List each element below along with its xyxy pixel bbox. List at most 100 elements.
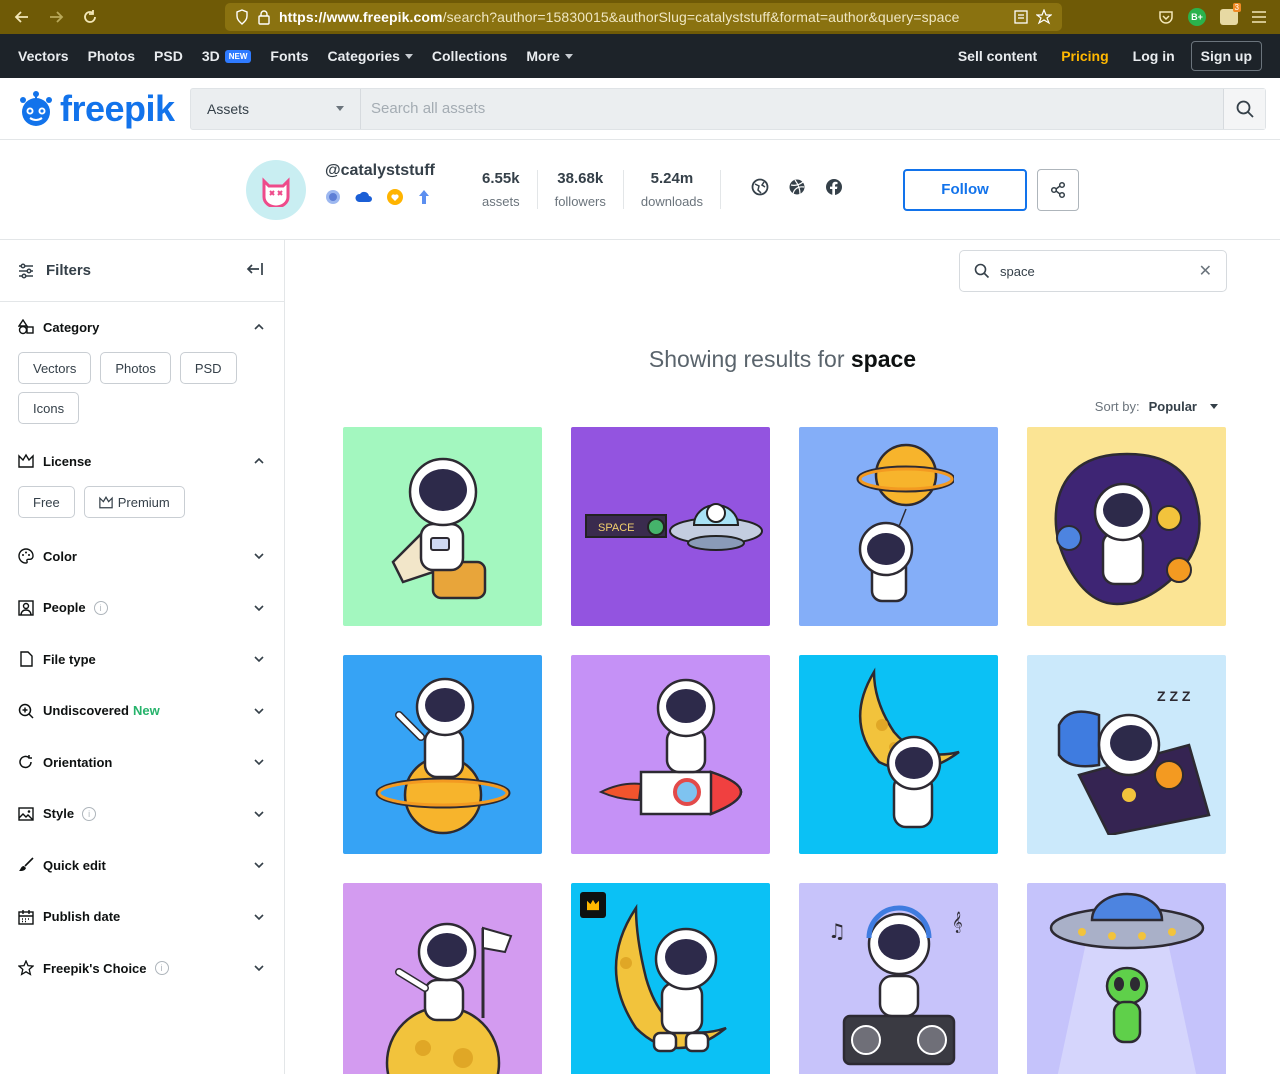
top-navigation: Vectors Photos PSD 3D NEW Fonts Categorie… (0, 34, 1280, 78)
stat-followers: 38.68k followers (538, 170, 624, 209)
astronaut-with-suitcase-thumb[interactable] (343, 427, 542, 626)
signup-button[interactable]: Sign up (1190, 41, 1262, 71)
reader-view-icon[interactable] (1014, 10, 1028, 24)
astronaut-ufo-space-banner-thumb[interactable]: SPACE (571, 427, 770, 626)
nav-vectors[interactable]: Vectors (18, 48, 69, 64)
globe-badge-icon (325, 189, 341, 210)
filter-category: Category Vectors Photos PSD Icons (0, 302, 284, 436)
stat-assets: 6.55k assets (465, 170, 538, 209)
author-profile: @catalyststuff 6.55k assets 38.68k followe… (0, 140, 1280, 240)
author-search-input[interactable]: space ✕ (959, 250, 1227, 292)
login-link[interactable]: Log in (1133, 48, 1175, 64)
collapse-sidebar-icon[interactable] (246, 261, 264, 281)
menu-icon[interactable] (1252, 11, 1266, 23)
extension-badge[interactable]: B+ (1188, 8, 1206, 26)
shield-icon[interactable] (235, 9, 249, 25)
results-heading: Showing results for space (648, 346, 917, 372)
filter-publish-date[interactable]: Publish date (0, 891, 284, 942)
back-icon[interactable] (8, 3, 36, 31)
chevron-down-icon (254, 604, 264, 611)
astronaut-moon-illustration (858, 667, 960, 829)
reload-icon[interactable] (76, 3, 104, 31)
dribbble-icon[interactable] (788, 178, 806, 201)
caret-down-icon (404, 53, 413, 59)
lock-icon[interactable] (257, 9, 271, 25)
astronaut-moon-premium-thumb[interactable] (571, 883, 770, 1074)
filter-label: Orientation (43, 754, 113, 770)
filter-people[interactable]: People i (0, 582, 284, 633)
alien-ufo-thumb[interactable] (1027, 883, 1226, 1074)
avatar[interactable] (246, 159, 306, 220)
search-input[interactable]: Search all assets (361, 89, 1223, 129)
stat-downloads: 5.24m downloads (624, 170, 722, 209)
chip-premium[interactable]: Premium (83, 486, 185, 518)
filter-freepiks-choice[interactable]: Freepik's Choice i (0, 942, 284, 994)
chip-vectors[interactable]: Vectors (18, 352, 92, 384)
results-grid: SPACE Z Z Z ♫ 𝄞 (343, 427, 1226, 1074)
sell-content-link[interactable]: Sell content (958, 48, 1037, 64)
nav-more[interactable]: More (526, 48, 573, 64)
filter-undiscovered[interactable]: Undiscovered New (0, 685, 284, 736)
nav-photos[interactable]: Photos (88, 48, 135, 64)
pricing-link[interactable]: Pricing (1061, 48, 1108, 64)
planet-balloon-illustration (856, 443, 954, 603)
freepik-logo[interactable]: freepik (18, 88, 190, 130)
extension-icon[interactable]: 3 (1220, 3, 1241, 25)
forward-icon[interactable] (42, 3, 70, 31)
filter-category-header[interactable]: Category (18, 302, 264, 352)
search-button[interactable] (1223, 88, 1265, 129)
astronaut-hanging-moon-thumb[interactable] (799, 655, 998, 854)
info-icon[interactable]: i (82, 806, 97, 821)
heart-badge-icon (387, 188, 403, 210)
nav-collections[interactable]: Collections (432, 48, 507, 64)
chevron-down-icon (254, 553, 264, 560)
sleep-text: Z Z Z (1157, 688, 1191, 704)
share-icon (1050, 181, 1066, 198)
nav-psd[interactable]: PSD (154, 48, 183, 64)
author-handle[interactable]: @catalyststuff (325, 162, 465, 180)
filter-quick-edit[interactable]: Quick edit (0, 839, 284, 891)
nav-3d[interactable]: 3D NEW (202, 48, 252, 64)
astronaut-planet-balloon-thumb[interactable] (799, 427, 998, 626)
astronaut-music-illustration: ♫ 𝄞 (828, 905, 962, 1065)
website-icon[interactable] (751, 178, 769, 201)
info-icon[interactable]: i (154, 961, 169, 975)
sort-control[interactable]: Sort by: Popular (1095, 399, 1218, 414)
filter-file-type[interactable]: File type (0, 633, 284, 685)
chip-free[interactable]: Free (18, 486, 75, 518)
bookmark-star-icon[interactable] (1036, 9, 1052, 25)
chip-psd[interactable]: PSD (179, 352, 237, 384)
astronaut-space-illustration (1054, 452, 1201, 606)
sliders-icon (19, 262, 33, 279)
filter-orientation[interactable]: Orientation (0, 736, 284, 788)
share-button[interactable] (1037, 168, 1080, 211)
astronaut-sitting-planet-thumb[interactable] (343, 655, 542, 854)
chevron-down-icon (254, 965, 264, 972)
astronaut-flag-moon-thumb[interactable] (343, 883, 542, 1074)
chevron-down-icon (254, 913, 264, 920)
filter-style[interactable]: Style i (0, 788, 284, 839)
chip-photos[interactable]: Photos (100, 352, 171, 384)
freepik-mascot-icon (20, 90, 52, 126)
astronaut-music-boombox-thumb[interactable]: ♫ 𝄞 (799, 883, 998, 1074)
info-icon[interactable]: i (93, 600, 108, 615)
follow-button[interactable]: Follow (903, 168, 1028, 211)
filter-color[interactable]: Color (0, 530, 284, 582)
astronaut-sleeping-thumb[interactable]: Z Z Z (1027, 655, 1226, 854)
star-icon (18, 960, 34, 976)
filter-label: Quick edit (43, 857, 106, 873)
nav-fonts[interactable]: Fonts (270, 48, 308, 64)
astronaut-floating-space-thumb[interactable] (1027, 427, 1226, 626)
facebook-icon[interactable] (825, 178, 843, 201)
astronaut-riding-rocket-thumb[interactable] (571, 655, 770, 854)
assets-dropdown[interactable]: Assets (191, 88, 361, 129)
clear-search-icon[interactable]: ✕ (1199, 261, 1212, 281)
filter-license-header[interactable]: License (18, 436, 264, 486)
caret-down-icon (1210, 404, 1218, 409)
chevron-down-icon (254, 759, 264, 766)
pocket-icon[interactable] (1158, 9, 1174, 25)
nav-categories[interactable]: Categories (328, 48, 413, 64)
people-icon (18, 599, 34, 616)
address-bar[interactable]: https://www.freepik.com/search?author=15… (225, 3, 1062, 31)
chip-icons[interactable]: Icons (18, 392, 80, 424)
